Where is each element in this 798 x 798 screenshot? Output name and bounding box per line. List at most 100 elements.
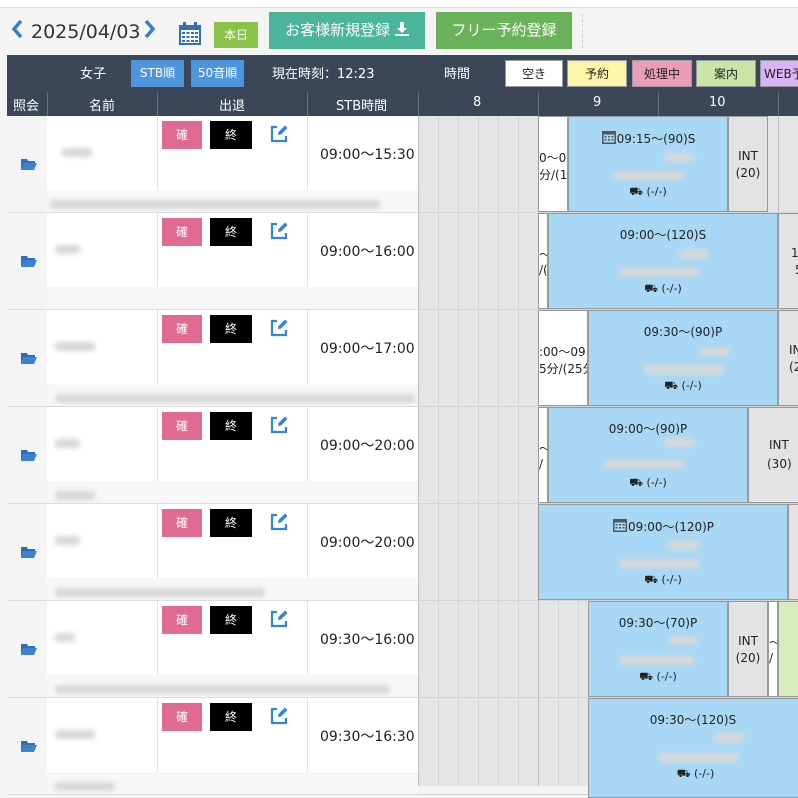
end-button[interactable]: 終 — [210, 606, 252, 634]
slot-vacant[interactable]: 〜 / — [538, 407, 548, 503]
blurred-note — [55, 782, 115, 791]
slot-text: 5分/(25分 — [539, 362, 587, 376]
edit-icon[interactable] — [269, 415, 289, 435]
gender-label: 女子 — [80, 67, 107, 82]
booking-time-text: 09:00〜(120)S — [619, 228, 707, 242]
col-stb-time: STB時間 — [336, 99, 388, 114]
confirm-button[interactable]: 確 — [162, 218, 202, 246]
interval-block[interactable]: INT (20) — [728, 116, 768, 212]
blurred-text — [664, 438, 694, 447]
blurred-text — [659, 753, 739, 762]
end-button[interactable]: 終 — [210, 121, 252, 149]
booking-time-text: 09:30〜(90)P — [643, 325, 723, 339]
confirm-button[interactable]: 確 — [162, 606, 202, 634]
blurred-text — [644, 365, 724, 374]
end-button[interactable]: 終 — [210, 218, 252, 246]
booking-time-text: 09:15〜(90)S — [616, 132, 696, 146]
calendar-icon — [601, 131, 616, 144]
booking-block[interactable]: 09:00〜(120)P ⛟ (-/-) — [538, 504, 788, 600]
booking-block[interactable]: 09:30〜(90)P ⛟ (-/-) — [588, 310, 778, 406]
slot-text: IN — [789, 343, 798, 357]
booking-block[interactable]: 09:30〜(70)P ⛟ (-/-) — [588, 601, 728, 697]
slot-text: :00〜09: — [539, 345, 588, 359]
guided-block[interactable] — [778, 601, 798, 697]
cell-divider — [157, 116, 158, 190]
booking-block[interactable]: 09:00〜(90)P ⛟ (-/-) — [548, 407, 748, 503]
cell-divider — [157, 407, 158, 481]
interval-block[interactable]: INT (30) — [748, 407, 798, 503]
stb-time: 09:00〜16:00 — [320, 244, 415, 260]
hour-8: 8 — [473, 95, 482, 110]
new-customer-button[interactable]: お客様新規登録 — [269, 12, 425, 49]
folder-icon[interactable] — [21, 643, 37, 655]
edit-icon[interactable] — [269, 512, 289, 532]
slot-text: / — [539, 457, 544, 471]
confirm-button[interactable]: 確 — [162, 412, 202, 440]
folder-icon[interactable] — [21, 546, 37, 558]
edit-icon[interactable] — [269, 124, 289, 144]
end-button[interactable]: 終 — [210, 315, 252, 343]
edit-icon[interactable] — [269, 318, 289, 338]
slot-vacant[interactable]: :00〜09: 5分/(25分 — [538, 310, 588, 406]
confirm-button[interactable]: 確 — [162, 703, 202, 731]
truck-status: ⛟ (-/-) — [664, 379, 702, 392]
hour-10: 10 — [709, 95, 726, 110]
truck-text: (-/-) — [646, 476, 667, 489]
note-strip — [47, 481, 418, 503]
end-button[interactable]: 終 — [210, 412, 252, 440]
end-button[interactable]: 終 — [210, 703, 252, 731]
blurred-name — [55, 536, 80, 545]
edit-icon[interactable] — [269, 706, 289, 726]
confirm-button[interactable]: 確 — [162, 315, 202, 343]
sort-stb-button[interactable]: STB順 — [131, 60, 184, 87]
truck-status: ⛟ (-/-) — [629, 185, 667, 198]
truck-text: (-/-) — [681, 379, 702, 392]
folder-icon[interactable] — [21, 352, 37, 364]
slot-vacant[interactable]: 0〜0 分/(15 — [538, 116, 568, 212]
interval-block[interactable]: INT (20) — [728, 601, 768, 697]
hour-9: 9 — [593, 95, 602, 110]
booking-block[interactable]: 09:30〜(120)S ⛟ (-/-) — [588, 698, 798, 798]
confirm-button[interactable]: 確 — [162, 509, 202, 537]
interval-block[interactable]: IN (2 — [778, 310, 798, 406]
calendar-icon[interactable] — [178, 22, 202, 46]
folder-icon[interactable] — [21, 255, 37, 267]
grid-line — [458, 116, 459, 786]
sort-kana-button[interactable]: 50音順 — [191, 60, 244, 87]
today-button[interactable]: 本日 — [214, 22, 258, 48]
blurred-text — [714, 733, 744, 742]
blurred-name — [55, 730, 95, 739]
free-reservation-button[interactable]: フリー予約登録 — [436, 12, 572, 49]
blurred-name — [55, 342, 95, 351]
folder-icon[interactable] — [21, 158, 37, 170]
booking-time-text: 09:30〜(120)S — [649, 713, 737, 727]
blurred-text — [619, 559, 699, 568]
confirm-button[interactable]: 確 — [162, 121, 202, 149]
folder-icon[interactable] — [21, 740, 37, 752]
toolbar-divider — [582, 14, 583, 48]
booking-time: 09:15〜(90)S — [569, 129, 727, 147]
calendar-icon — [612, 519, 627, 532]
prev-day-icon[interactable] — [10, 18, 24, 45]
interval-block[interactable] — [788, 504, 798, 600]
booking-block[interactable]: 09:15〜(90)S ⛟ (-/-) — [568, 116, 728, 212]
stb-time: 09:00〜20:00 — [320, 438, 415, 454]
slot-vacant[interactable]: 〜 / — [768, 601, 778, 697]
cell-divider — [307, 213, 308, 287]
edit-icon[interactable] — [269, 221, 289, 241]
booking-block[interactable]: 09:00〜(120)S ⛟ (-/-) — [548, 213, 778, 309]
current-time: 現在時刻：12:23 — [272, 67, 375, 82]
interval-label: INT — [738, 634, 758, 648]
folder-icon[interactable] — [21, 449, 37, 461]
truck-text: (-/-) — [656, 670, 677, 683]
truck-status: ⛟ (-/-) — [644, 573, 682, 586]
interval-block[interactable]: 1 5 — [778, 213, 798, 309]
end-button[interactable]: 終 — [210, 509, 252, 537]
blurred-text — [614, 171, 684, 180]
blurred-name — [55, 245, 80, 254]
slot-vacant[interactable]: 〜 /( — [538, 213, 548, 309]
blurred-note — [55, 588, 265, 597]
blurred-note — [55, 491, 95, 500]
edit-icon[interactable] — [269, 609, 289, 629]
next-day-icon[interactable] — [143, 18, 157, 45]
